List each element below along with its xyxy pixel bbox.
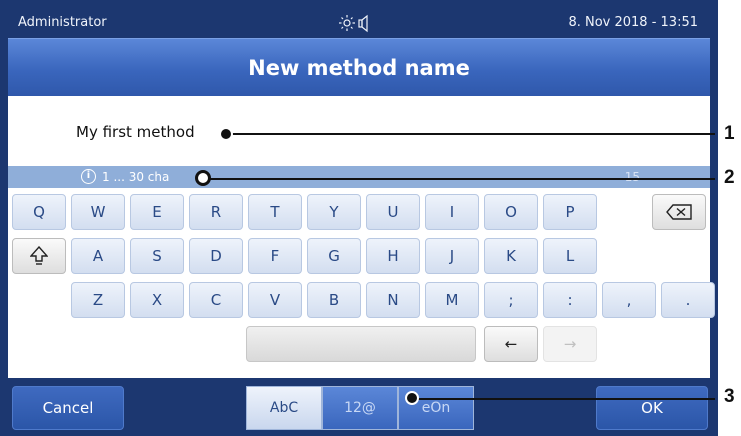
info-icon: i [81, 169, 96, 184]
cursor-right-key[interactable]: → [543, 326, 597, 362]
key-m[interactable]: M [425, 282, 479, 318]
on-screen-keyboard: Q W E R T Y U I O P A S D F G H J K L Z … [8, 188, 715, 378]
callout-line-3 [412, 398, 715, 400]
key-period[interactable]: . [661, 282, 715, 318]
ok-button[interactable]: OK [596, 386, 708, 430]
char-counter: 15 [624, 170, 640, 184]
key-u[interactable]: U [366, 194, 420, 230]
device-frame: Administrator 8. Nov 2018 - 13:51 New me… [0, 0, 718, 436]
mode-numeric-button[interactable]: 12@ [322, 386, 398, 430]
key-z[interactable]: Z [71, 282, 125, 318]
key-d[interactable]: D [189, 238, 243, 274]
callout-line-2 [204, 178, 715, 180]
cursor-left-key[interactable]: ← [484, 326, 538, 362]
shift-button[interactable] [12, 238, 66, 274]
key-e[interactable]: E [130, 194, 184, 230]
key-t[interactable]: T [248, 194, 302, 230]
key-r[interactable]: R [189, 194, 243, 230]
key-k[interactable]: K [484, 238, 538, 274]
callout-number-3: 3 [724, 386, 735, 407]
content-area: My first method i 1 ... 30 cha 15 Q W E … [8, 96, 715, 378]
key-j[interactable]: J [425, 238, 479, 274]
mode-abc-button[interactable]: AbC [246, 386, 322, 430]
callout-dot-2 [195, 170, 211, 186]
key-colon[interactable]: : [543, 282, 597, 318]
callout-number-1: 1 [724, 123, 735, 144]
space-key[interactable] [246, 326, 476, 362]
key-g[interactable]: G [307, 238, 361, 274]
page-title: New method name [8, 38, 710, 96]
key-l[interactable]: L [543, 238, 597, 274]
status-datetime: 8. Nov 2018 - 13:51 [568, 15, 698, 30]
callout-dot-3 [405, 391, 419, 405]
key-a[interactable]: A [71, 238, 125, 274]
callout-dot-1 [219, 127, 233, 141]
bottom-bar: Cancel AbC 12@ eOn OK [8, 378, 710, 436]
key-o[interactable]: O [484, 194, 538, 230]
key-h[interactable]: H [366, 238, 420, 274]
status-icons [338, 13, 378, 33]
method-name-input[interactable]: My first method [76, 123, 195, 141]
key-y[interactable]: Y [307, 194, 361, 230]
key-p[interactable]: P [543, 194, 597, 230]
key-comma[interactable]: , [602, 282, 656, 318]
key-b[interactable]: B [307, 282, 361, 318]
user-name: Administrator [18, 15, 107, 30]
backspace-icon [666, 204, 692, 220]
cancel-button[interactable]: Cancel [12, 386, 124, 430]
key-semicolon[interactable]: ; [484, 282, 538, 318]
callout-number-2: 2 [724, 167, 735, 188]
backspace-button[interactable] [652, 194, 706, 230]
key-v[interactable]: V [248, 282, 302, 318]
key-n[interactable]: N [366, 282, 420, 318]
speaker-icon [358, 14, 368, 33]
key-x[interactable]: X [130, 282, 184, 318]
key-i[interactable]: I [425, 194, 479, 230]
key-f[interactable]: F [248, 238, 302, 274]
shift-icon [29, 245, 49, 265]
key-c[interactable]: C [189, 282, 243, 318]
key-q[interactable]: Q [12, 194, 66, 230]
status-bar: Administrator 8. Nov 2018 - 13:51 [8, 8, 710, 38]
brightness-icon [339, 14, 368, 33]
length-hint: 1 ... 30 cha [102, 170, 170, 184]
key-w[interactable]: W [71, 194, 125, 230]
key-s[interactable]: S [130, 238, 184, 274]
info-bar: i 1 ... 30 cha 15 [8, 166, 710, 188]
callout-line-1 [226, 133, 715, 135]
